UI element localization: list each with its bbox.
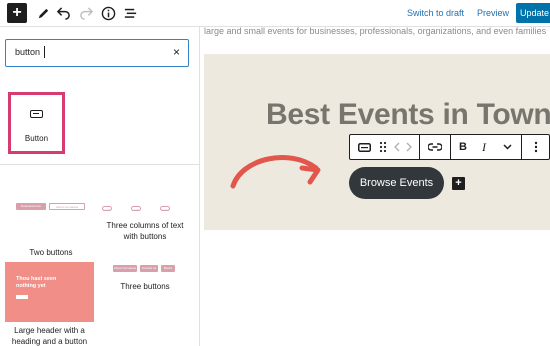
bold-icon[interactable]: B bbox=[454, 135, 472, 159]
switch-to-draft-button[interactable]: Switch to draft bbox=[407, 0, 464, 26]
pattern-preview-button: Books bbox=[161, 265, 175, 272]
pencil-icon[interactable] bbox=[33, 3, 53, 23]
button-block-icon bbox=[30, 110, 43, 118]
chevron-down-icon[interactable] bbox=[498, 135, 516, 159]
pattern-preview-button: Learn bbox=[131, 206, 141, 212]
plus-icon: + bbox=[12, 4, 22, 21]
toolbar-separator bbox=[450, 135, 451, 159]
info-icon[interactable] bbox=[98, 3, 118, 23]
link-icon[interactable] bbox=[422, 135, 448, 159]
block-inserter-panel: button × Button Download now About Cerva… bbox=[0, 27, 200, 346]
block-item-label: Button bbox=[24, 134, 49, 143]
browse-events-button[interactable]: Browse Events bbox=[349, 167, 444, 199]
block-toolbar: B I bbox=[349, 134, 550, 160]
add-block-button[interactable]: + bbox=[452, 177, 465, 190]
pattern-label: Large header with a heading and a button bbox=[11, 326, 88, 346]
pattern-preview-three-buttons[interactable]: About Cervantes Contact us Books bbox=[110, 263, 190, 275]
pattern-label: Three buttons bbox=[120, 282, 170, 291]
block-inserter-toggle[interactable]: + bbox=[7, 3, 27, 23]
toolbar-separator bbox=[521, 135, 522, 159]
move-left-icon[interactable] bbox=[391, 135, 403, 159]
more-options-icon[interactable] bbox=[526, 135, 546, 159]
arrow-icon bbox=[230, 155, 321, 189]
list-view-icon[interactable] bbox=[120, 3, 140, 23]
search-input[interactable]: button bbox=[15, 47, 40, 57]
pattern-preview-heading: Thou hast seen nothing yet bbox=[16, 276, 57, 289]
pattern-label: Two buttons bbox=[29, 248, 73, 257]
pattern-preview-button: About Cervantes bbox=[49, 203, 85, 210]
block-search-field[interactable]: button × bbox=[5, 39, 189, 67]
preview-button[interactable]: Preview bbox=[477, 0, 509, 26]
button-block-item[interactable]: Button bbox=[8, 92, 65, 154]
drag-handle-icon[interactable] bbox=[376, 135, 390, 159]
editor-canvas: large and small events for businesses, p… bbox=[200, 27, 550, 346]
cover-block[interactable]: Best Events in Town B I Browse Events + bbox=[204, 54, 550, 230]
pattern-preview-button: Learn bbox=[160, 206, 170, 212]
pattern-preview-button bbox=[16, 295, 28, 299]
pattern-preview-button: Learn bbox=[102, 206, 112, 212]
text-cursor bbox=[44, 46, 45, 58]
top-toolbar: + Switch to draft Preview Update bbox=[0, 0, 550, 27]
toolbar-separator bbox=[419, 135, 420, 159]
paragraph-block[interactable]: large and small events for businesses, p… bbox=[204, 27, 550, 39]
move-right-icon[interactable] bbox=[403, 135, 415, 159]
panel-divider bbox=[0, 164, 199, 165]
pattern-label: Three columns of text with buttons bbox=[106, 221, 184, 241]
pattern-preview-button: Download now bbox=[16, 203, 46, 210]
redo-icon[interactable] bbox=[76, 3, 96, 23]
pattern-preview-two-buttons[interactable]: Download now About Cervantes bbox=[8, 197, 94, 219]
pattern-preview-large-header[interactable]: Thou hast seen nothing yet bbox=[5, 262, 94, 322]
pattern-preview-button: About Cervantes bbox=[113, 265, 137, 272]
cover-heading[interactable]: Best Events in Town bbox=[266, 98, 550, 132]
button-block-icon[interactable] bbox=[354, 135, 374, 159]
italic-icon[interactable]: I bbox=[475, 135, 493, 159]
close-icon[interactable]: × bbox=[173, 45, 180, 59]
update-button[interactable]: Update bbox=[516, 3, 550, 23]
pattern-preview-three-columns[interactable]: Learn Learn Learn bbox=[100, 197, 190, 219]
pattern-preview-button: Contact us bbox=[140, 265, 158, 272]
undo-icon[interactable] bbox=[53, 3, 73, 23]
